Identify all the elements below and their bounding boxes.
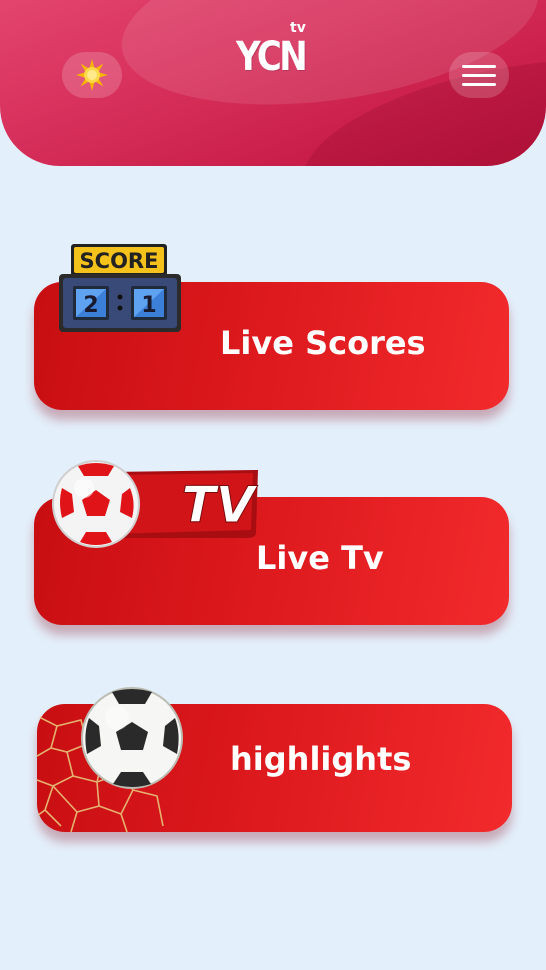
live-tv-label: Live Tv	[256, 539, 384, 577]
soccer-ball-tv-icon: TV	[52, 460, 258, 548]
logo-superscript: tv	[290, 20, 306, 36]
scoreboard-title: SCORE	[80, 249, 159, 273]
tv-badge-text: TV	[182, 476, 258, 534]
menu-button[interactable]	[449, 52, 509, 98]
logo-text: YCN	[236, 34, 308, 80]
hamburger-menu-icon	[462, 64, 496, 68]
scoreboard-icon: SCORE 2 1	[59, 244, 181, 332]
home-score: 2	[83, 293, 98, 318]
soccer-ball-net-icon	[37, 687, 183, 832]
sun-icon	[76, 59, 108, 91]
away-score: 1	[141, 293, 156, 318]
app-header: YCN tv	[0, 0, 546, 166]
live-scores-label: Live Scores	[220, 324, 426, 362]
theme-toggle-button[interactable]	[62, 52, 122, 98]
highlights-label: highlights	[230, 740, 412, 778]
app-logo: YCN tv	[236, 20, 316, 80]
